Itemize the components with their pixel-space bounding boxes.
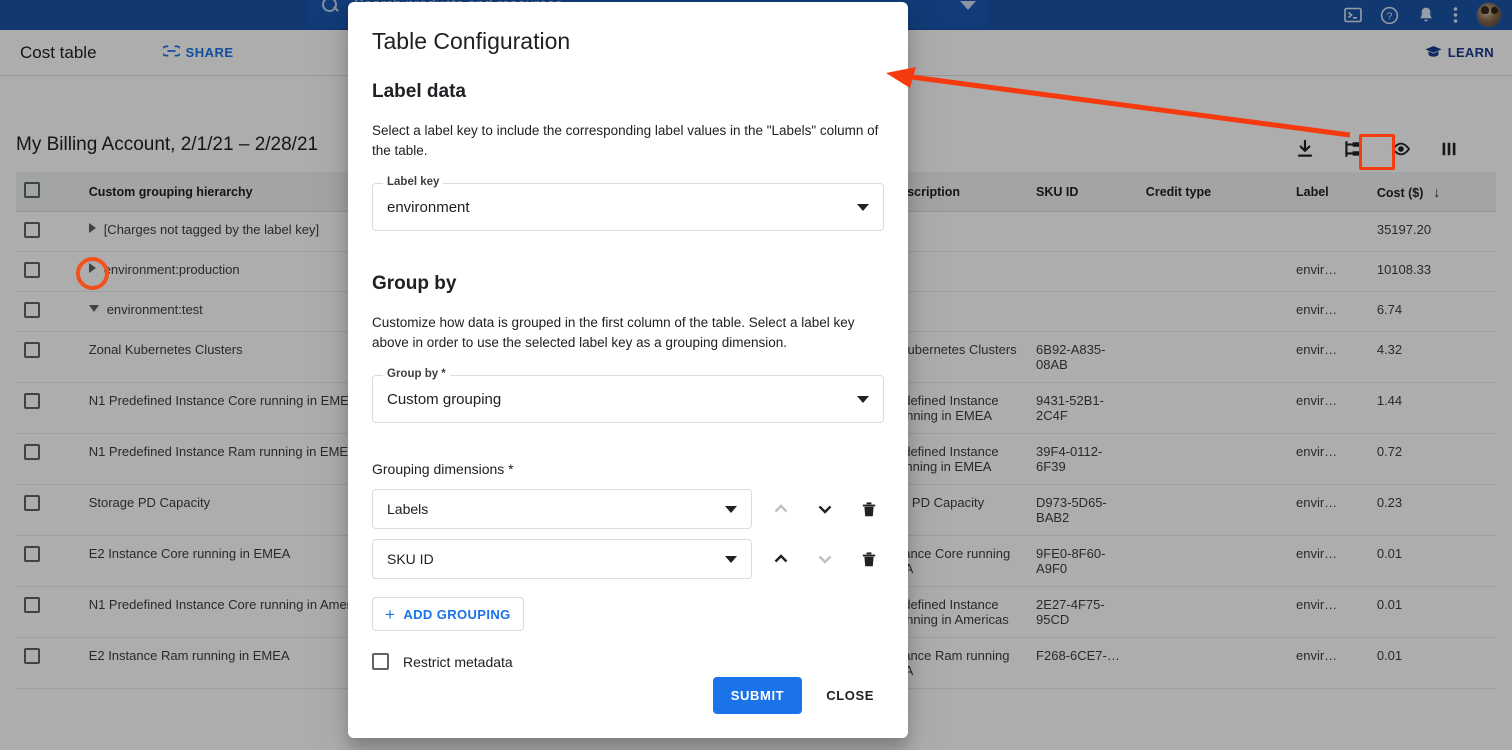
submit-button[interactable]: SUBMIT xyxy=(713,677,802,714)
delete-grouping-button[interactable] xyxy=(854,493,884,525)
restrict-metadata-row[interactable]: Restrict metadata xyxy=(372,653,884,670)
move-down-button[interactable] xyxy=(810,543,840,575)
group-by-description: Customize how data is grouped in the fir… xyxy=(372,313,884,353)
add-grouping-label: ADD GROUPING xyxy=(403,607,510,622)
grouping-dimension-value: SKU ID xyxy=(387,551,434,567)
grouping-dimension-select[interactable]: SKU ID xyxy=(372,539,752,579)
grouping-dimensions-label: Grouping dimensions * xyxy=(372,461,884,477)
restrict-metadata-label: Restrict metadata xyxy=(403,654,513,670)
grouping-dimension-row: Labels xyxy=(372,489,884,529)
move-down-button[interactable] xyxy=(810,493,840,525)
close-button[interactable]: CLOSE xyxy=(816,677,884,714)
label-data-description: Select a label key to include the corres… xyxy=(372,121,884,161)
grouping-dimension-row: SKU ID xyxy=(372,539,884,579)
delete-grouping-button[interactable] xyxy=(854,543,884,575)
plus-icon: + xyxy=(385,606,395,623)
group-by-value: Custom grouping xyxy=(387,391,501,408)
label-key-select[interactable]: Label key environment xyxy=(372,183,884,231)
chevron-down-icon[interactable] xyxy=(857,396,869,403)
chevron-down-icon[interactable] xyxy=(725,556,737,563)
label-key-field-label: Label key xyxy=(383,176,443,188)
add-grouping-button[interactable]: + ADD GROUPING xyxy=(372,597,524,631)
dialog-actions: SUBMIT CLOSE xyxy=(713,677,884,714)
app-root: Search products and resources ? Cost tab… xyxy=(0,0,1512,750)
dialog-title: Table Configuration xyxy=(372,28,884,55)
move-up-button[interactable] xyxy=(766,543,796,575)
table-configuration-dialog: Table Configuration Label data Select a … xyxy=(348,2,908,738)
grouping-dimension-select[interactable]: Labels xyxy=(372,489,752,529)
chevron-down-icon[interactable] xyxy=(857,204,869,211)
chevron-down-icon[interactable] xyxy=(725,506,737,513)
move-up-button[interactable] xyxy=(766,493,796,525)
group-by-select[interactable]: Group by * Custom grouping xyxy=(372,375,884,423)
label-data-heading: Label data xyxy=(372,81,884,103)
grouping-dimension-value: Labels xyxy=(387,501,428,517)
restrict-metadata-checkbox[interactable] xyxy=(372,653,389,670)
label-key-value: environment xyxy=(387,199,470,216)
grouping-dimensions-list: Labels SKU ID xyxy=(372,489,884,579)
group-by-heading: Group by xyxy=(372,273,884,295)
group-by-field-label: Group by * xyxy=(383,368,450,380)
